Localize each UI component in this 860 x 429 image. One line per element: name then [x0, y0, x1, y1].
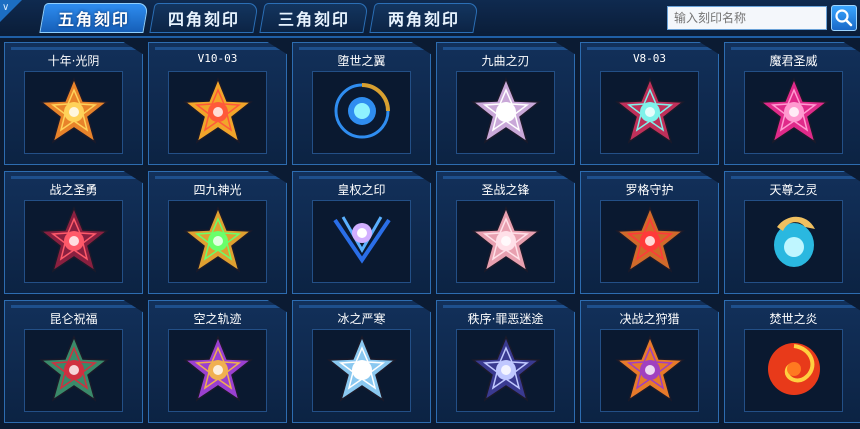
cyan-dragon-emblem-icon: [757, 205, 831, 279]
emblem-image-frame: [600, 71, 699, 154]
tab-bar: 五角刻印 四角刻印 三角刻印 两角刻印: [39, 3, 479, 35]
emblem-card[interactable]: 皇权之印: [292, 171, 431, 294]
emblem-name: 九曲之刃: [481, 54, 530, 68]
emblem-card[interactable]: 魔君圣威: [724, 42, 860, 165]
emblem-card[interactable]: 天尊之灵: [724, 171, 860, 294]
emblem-image-frame: [456, 200, 555, 283]
search-icon: [835, 9, 853, 27]
emblem-name: 战之圣勇: [49, 183, 98, 197]
tab-label: 三角刻印: [277, 10, 350, 29]
emblem-image-frame: [600, 329, 699, 412]
emblem-grid: 十年·光阴 V10-03 堕世之翼 九曲之刃 V8-03 魔君圣威 战之圣勇 四…: [4, 42, 860, 427]
emblem-image-frame: [312, 200, 411, 283]
pink-silver-star-emblem-icon: [469, 205, 543, 279]
emblem-image-frame: [744, 329, 843, 412]
emblem-name: 十年·光阴: [47, 54, 100, 68]
emblem-image-frame: [168, 329, 267, 412]
red-teal-star-emblem-icon: [613, 76, 687, 150]
ice-star-emblem-icon: [325, 334, 399, 408]
emblem-name: 堕世之翼: [337, 54, 386, 68]
emblem-card[interactable]: 冰之严寒: [292, 300, 431, 423]
emblem-image-frame: [168, 71, 267, 154]
crimson-crosshair-emblem-icon: [37, 205, 111, 279]
emblem-card[interactable]: 战之圣勇: [4, 171, 143, 294]
emblem-card[interactable]: 罗格守护: [580, 171, 719, 294]
emblem-image-frame: [168, 200, 267, 283]
emblem-image-frame: [600, 200, 699, 283]
fire-swirl-emblem-icon: [757, 334, 831, 408]
emblem-image-frame: [456, 71, 555, 154]
emblem-card[interactable]: 空之轨迹: [148, 300, 287, 423]
emblem-name: 罗格守护: [625, 183, 674, 197]
gold-flame-star-emblem-icon: [37, 76, 111, 150]
tab-label: 五角刻印: [57, 10, 130, 29]
emblem-image-frame: [456, 329, 555, 412]
emblem-image-frame: [312, 329, 411, 412]
emblem-card[interactable]: 昆仑祝福: [4, 300, 143, 423]
silver-blade-star-emblem-icon: [469, 76, 543, 150]
emblem-card[interactable]: V8-03: [580, 42, 719, 165]
emblem-name: 秩序·罪恶迷途: [467, 312, 544, 326]
emblem-card[interactable]: 四九神光: [148, 171, 287, 294]
emblem-image-frame: [744, 200, 843, 283]
emblem-name: 天尊之灵: [769, 183, 818, 197]
copper-red-star-emblem-icon: [613, 205, 687, 279]
emblem-image-frame: [312, 71, 411, 154]
search-input[interactable]: [667, 6, 827, 30]
gold-green-star-emblem-icon: [181, 205, 255, 279]
emblem-name: 圣战之锋: [481, 183, 530, 197]
emblem-name: 昆仑祝福: [49, 312, 98, 326]
emblem-card[interactable]: V10-03: [148, 42, 287, 165]
tab-four-corner[interactable]: 四角刻印: [149, 3, 259, 33]
emblem-name: 冰之严寒: [337, 312, 386, 326]
emblem-name: 皇权之印: [337, 183, 386, 197]
emblem-card[interactable]: 秩序·罪恶迷途: [436, 300, 575, 423]
tab-label: 两角刻印: [387, 10, 460, 29]
blue-orb-ring-emblem-icon: [325, 76, 399, 150]
tab-five-corner[interactable]: 五角刻印: [39, 3, 149, 33]
emblem-card[interactable]: 圣战之锋: [436, 171, 575, 294]
emblem-name: 焚世之炎: [769, 312, 818, 326]
emblem-card[interactable]: 焚世之炎: [724, 300, 860, 423]
emblem-name: 空之轨迹: [193, 312, 242, 326]
emblem-name: 决战之狩猎: [619, 312, 680, 326]
emblem-card[interactable]: 十年·光阴: [4, 42, 143, 165]
search-button[interactable]: [831, 5, 857, 31]
emblem-image-frame: [24, 71, 123, 154]
magenta-star-emblem-icon: [757, 76, 831, 150]
orange-spiked-star-emblem-icon: [613, 334, 687, 408]
emblem-image-frame: [744, 71, 843, 154]
green-red-star-emblem-icon: [37, 334, 111, 408]
blue-scepter-emblem-icon: [325, 205, 399, 279]
emblem-name: 四九神光: [193, 183, 242, 197]
emblem-image-frame: [24, 200, 123, 283]
emblem-name: V8-03: [632, 52, 667, 65]
tab-three-corner[interactable]: 三角刻印: [259, 3, 369, 33]
purple-gold-star-emblem-icon: [181, 334, 255, 408]
dark-purple-star-emblem-icon: [469, 334, 543, 408]
emblem-image-frame: [24, 329, 123, 412]
chevron-down-icon[interactable]: ∨: [2, 2, 9, 13]
top-bar: ∨ 五角刻印 四角刻印 三角刻印 两角刻印: [0, 0, 860, 38]
emblem-card[interactable]: 堕世之翼: [292, 42, 431, 165]
emblem-card[interactable]: 决战之狩猎: [580, 300, 719, 423]
tab-label: 四角刻印: [167, 10, 240, 29]
emblem-name: V10-03: [197, 52, 238, 65]
emblem-name: 魔君圣威: [769, 54, 818, 68]
emblem-card[interactable]: 九曲之刃: [436, 42, 575, 165]
gold-red-star-emblem-icon: [181, 76, 255, 150]
tab-two-corner[interactable]: 两角刻印: [369, 3, 479, 33]
